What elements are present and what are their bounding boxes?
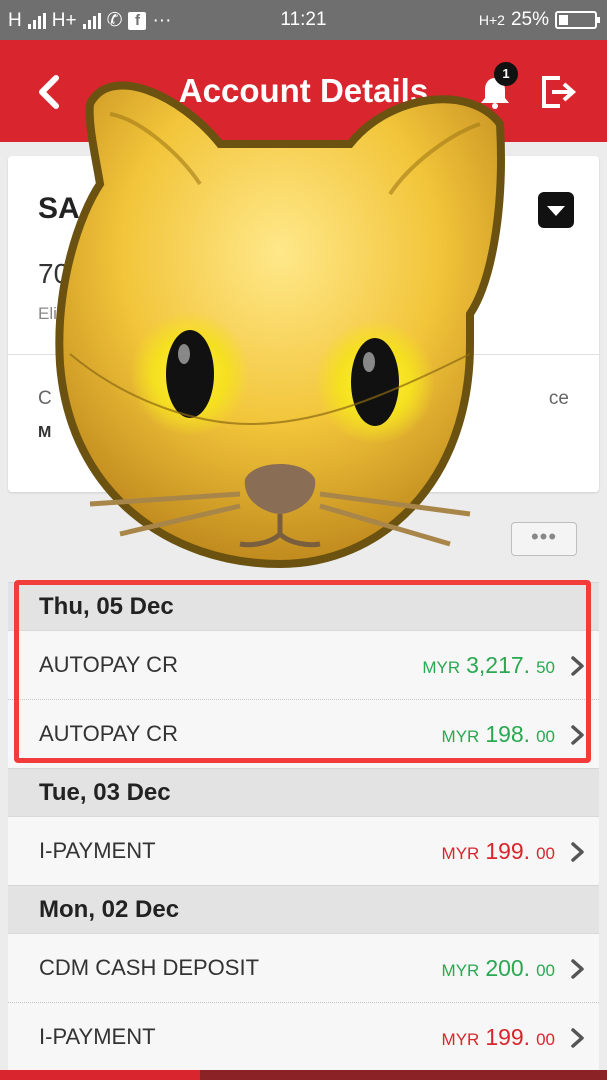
bottom-progress-bar [0, 1070, 607, 1080]
account-card: SA 70 1 Elig C ce M [8, 156, 599, 492]
transaction-row[interactable]: I-PAYMENT MYR 199. 00 [8, 816, 599, 885]
transaction-list: Thu, 05 Dec AUTOPAY CR MYR 3,217. 50 AUTOPAY … [8, 582, 599, 1071]
notification-badge: 1 [494, 62, 518, 86]
transaction-amount: MYR 199. 00 [442, 838, 555, 865]
account-name: SA [38, 192, 80, 225]
transaction-amount: MYR 3,217. 50 [422, 652, 555, 679]
eligible-label: Elig [38, 304, 67, 323]
amount-cents: 00 [536, 727, 555, 746]
chevron-right-icon[interactable] [569, 841, 587, 863]
data-network-label: H+2 [478, 12, 505, 28]
transaction-row[interactable]: CDM CASH DEPOSIT MYR 200. 00 [8, 933, 599, 1002]
transaction-description: AUTOPAY CR [39, 652, 178, 677]
amount-whole: 199. [485, 838, 531, 864]
amount-cents: 00 [536, 1030, 555, 1049]
amount-cents: 00 [536, 844, 555, 863]
date-header: Tue, 03 Dec [8, 768, 599, 816]
account-dropdown-button[interactable] [538, 192, 574, 228]
status-right: H+2 25% [478, 9, 600, 31]
amount-whole: 3,217. [466, 652, 531, 678]
transaction-amount: MYR 199. 00 [442, 1024, 555, 1051]
app-header: Account Details 1 [0, 40, 607, 142]
balance-label-left: C [38, 388, 52, 409]
balance-label-right: ce [548, 388, 569, 409]
transaction-description: AUTOPAY CR [39, 721, 178, 746]
transaction-row[interactable]: I-PAYMENT MYR 199. 00 [8, 1002, 599, 1071]
transaction-amount: MYR 200. 00 [442, 955, 555, 982]
transaction-description: CDM CASH DEPOSIT [39, 955, 260, 980]
chevron-right-icon[interactable] [569, 655, 587, 677]
date-header: Thu, 05 Dec [8, 582, 599, 630]
amount-currency: MYR [441, 844, 480, 863]
amount-cents: 50 [536, 658, 555, 677]
logout-icon[interactable] [540, 74, 578, 110]
transaction-description: I-PAYMENT [39, 1024, 156, 1049]
account-number: 70 1 [38, 258, 93, 289]
battery-icon [555, 11, 600, 29]
transaction-row[interactable]: AUTOPAY CR MYR 198. 00 [8, 699, 599, 768]
card-divider [8, 354, 599, 355]
amount-currency: MYR [422, 658, 461, 677]
chevron-right-icon[interactable] [569, 724, 587, 746]
more-options-button[interactable]: ••• [511, 522, 577, 556]
battery-percent: 25% [510, 9, 549, 30]
transaction-amount: MYR 198. 00 [442, 721, 555, 748]
amount-currency: MYR [441, 727, 480, 746]
balance-currency: M [38, 424, 52, 441]
amount-currency: MYR [441, 1030, 480, 1049]
transaction-row[interactable]: AUTOPAY CR MYR 3,217. 50 [8, 630, 599, 699]
amount-whole: 199. [485, 1024, 531, 1050]
amount-cents: 00 [536, 961, 555, 980]
amount-whole: 200. [485, 955, 531, 981]
chevron-right-icon[interactable] [569, 1027, 587, 1049]
chevron-right-icon[interactable] [569, 958, 587, 980]
amount-currency: MYR [441, 961, 480, 980]
transaction-description: I-PAYMENT [39, 838, 156, 863]
account-details-screen: H H+ ✆ f ··· 11:21 H+2 25% Account Detai… [0, 0, 607, 1080]
date-header: Mon, 02 Dec [8, 885, 599, 933]
status-bar: H H+ ✆ f ··· 11:21 H+2 25% [0, 0, 607, 40]
amount-whole: 198. [485, 721, 531, 747]
